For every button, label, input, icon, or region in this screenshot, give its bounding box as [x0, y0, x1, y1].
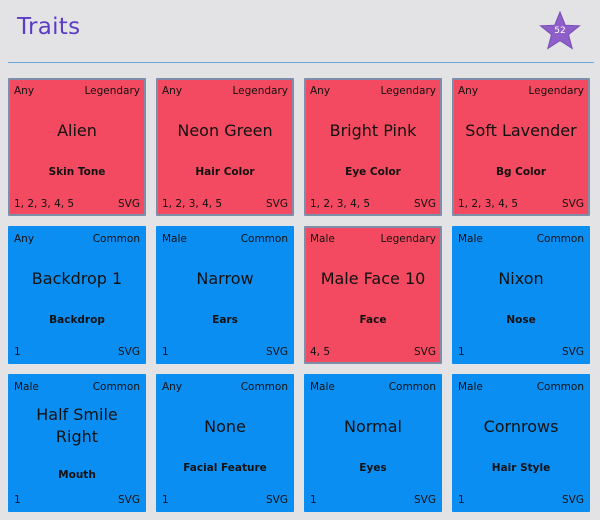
trait-rarity: Legendary [84, 85, 140, 97]
trait-name: Normal [344, 417, 402, 436]
trait-format: SVG [118, 494, 140, 506]
trait-values: 1, 2, 3, 4, 5 [14, 198, 75, 210]
trait-name: Half Smile Right [36, 405, 118, 446]
trait-category: Face [359, 314, 387, 326]
trait-values: 1 [162, 346, 169, 358]
trait-gender: Male [162, 233, 187, 245]
trait-category: Eyes [359, 462, 387, 474]
trait-card[interactable]: Male Common Half Smile Right Mouth 1 SVG [8, 374, 146, 512]
trait-category: Hair Color [195, 166, 255, 178]
trait-card[interactable]: Male Common Nixon Nose 1 SVG [452, 226, 590, 364]
trait-card[interactable]: Any Legendary Alien Skin Tone 1, 2, 3, 4… [8, 78, 146, 216]
trait-format: SVG [414, 494, 436, 506]
trait-values: 1 [458, 494, 465, 506]
trait-card[interactable]: Any Legendary Bright Pink Eye Color 1, 2… [304, 78, 442, 216]
header: Traits 52 [0, 0, 600, 63]
trait-category: Backdrop [49, 314, 105, 326]
trait-rarity: Common [536, 233, 584, 245]
trait-format: SVG [414, 198, 436, 210]
trait-format: SVG [414, 346, 436, 358]
trait-rarity: Legendary [232, 85, 288, 97]
trait-values: 1 [458, 346, 465, 358]
trait-values: 1, 2, 3, 4, 5 [310, 198, 371, 210]
trait-card[interactable]: Male Legendary Male Face 10 Face 4, 5 SV… [304, 226, 442, 364]
star-count: 52 [554, 26, 566, 36]
trait-category: Hair Style [491, 462, 551, 474]
trait-name: Male Face 10 [320, 269, 426, 288]
trait-category: Nose [506, 314, 536, 326]
trait-format: SVG [266, 494, 288, 506]
trait-gender: Any [310, 85, 331, 97]
trait-rarity: Common [388, 381, 436, 393]
trait-gender: Male [310, 381, 335, 393]
trait-name: Backdrop 1 [31, 269, 123, 288]
trait-card[interactable]: Any Common Backdrop 1 Backdrop 1 SVG [8, 226, 146, 364]
star-badge[interactable]: 52 [539, 11, 581, 51]
trait-format: SVG [266, 346, 288, 358]
trait-values: 4, 5 [310, 346, 331, 358]
trait-card[interactable]: Any Legendary Soft Lavender Bg Color 1, … [452, 78, 590, 216]
trait-gender: Any [162, 85, 183, 97]
trait-gender: Male [458, 233, 483, 245]
trait-gender: Male [310, 233, 335, 245]
trait-rarity: Common [240, 233, 288, 245]
trait-format: SVG [562, 346, 584, 358]
trait-values: 1 [310, 494, 317, 506]
trait-rarity: Legendary [380, 233, 436, 245]
page-title: Traits [17, 14, 81, 40]
trait-category: Mouth [58, 469, 96, 481]
trait-gender: Any [14, 233, 35, 245]
trait-gender: Any [458, 85, 479, 97]
trait-name: Neon Green [177, 121, 273, 140]
trait-category: Skin Tone [48, 166, 106, 178]
trait-card[interactable]: Any Legendary Neon Green Hair Color 1, 2… [156, 78, 294, 216]
trait-card[interactable]: Male Common Narrow Ears 1 SVG [156, 226, 294, 364]
trait-gender: Any [162, 381, 183, 393]
trait-card[interactable]: Male Common Cornrows Hair Style 1 SVG [452, 374, 590, 512]
trait-rarity: Common [536, 381, 584, 393]
trait-name: Alien [57, 121, 97, 140]
trait-gender: Male [14, 381, 39, 393]
traits-grid: Any Legendary Alien Skin Tone 1, 2, 3, 4… [8, 78, 590, 512]
trait-rarity: Legendary [380, 85, 436, 97]
trait-values: 1, 2, 3, 4, 5 [162, 198, 223, 210]
trait-name: Cornrows [483, 417, 559, 436]
trait-gender: Any [14, 85, 35, 97]
trait-values: 1 [14, 346, 21, 358]
trait-gender: Male [458, 381, 483, 393]
trait-category: Ears [212, 314, 238, 326]
trait-format: SVG [118, 198, 140, 210]
trait-rarity: Legendary [528, 85, 584, 97]
trait-category: Bg Color [495, 166, 547, 178]
trait-values: 1, 2, 3, 4, 5 [458, 198, 519, 210]
trait-values: 1 [162, 494, 169, 506]
trait-format: SVG [562, 198, 584, 210]
trait-name: Bright Pink [329, 121, 417, 140]
trait-values: 1 [14, 494, 21, 506]
trait-category: Facial Feature [183, 462, 267, 474]
trait-card[interactable]: Any Common None Facial Feature 1 SVG [156, 374, 294, 512]
trait-format: SVG [562, 494, 584, 506]
trait-format: SVG [266, 198, 288, 210]
trait-format: SVG [118, 346, 140, 358]
trait-name: None [204, 417, 246, 436]
trait-name: Narrow [196, 269, 254, 288]
trait-card[interactable]: Male Common Normal Eyes 1 SVG [304, 374, 442, 512]
header-divider [8, 62, 594, 63]
trait-name: Nixon [498, 269, 544, 288]
trait-rarity: Common [240, 381, 288, 393]
trait-category: Eye Color [345, 166, 401, 178]
trait-name: Soft Lavender [465, 121, 577, 140]
trait-rarity: Common [92, 233, 140, 245]
trait-rarity: Common [92, 381, 140, 393]
